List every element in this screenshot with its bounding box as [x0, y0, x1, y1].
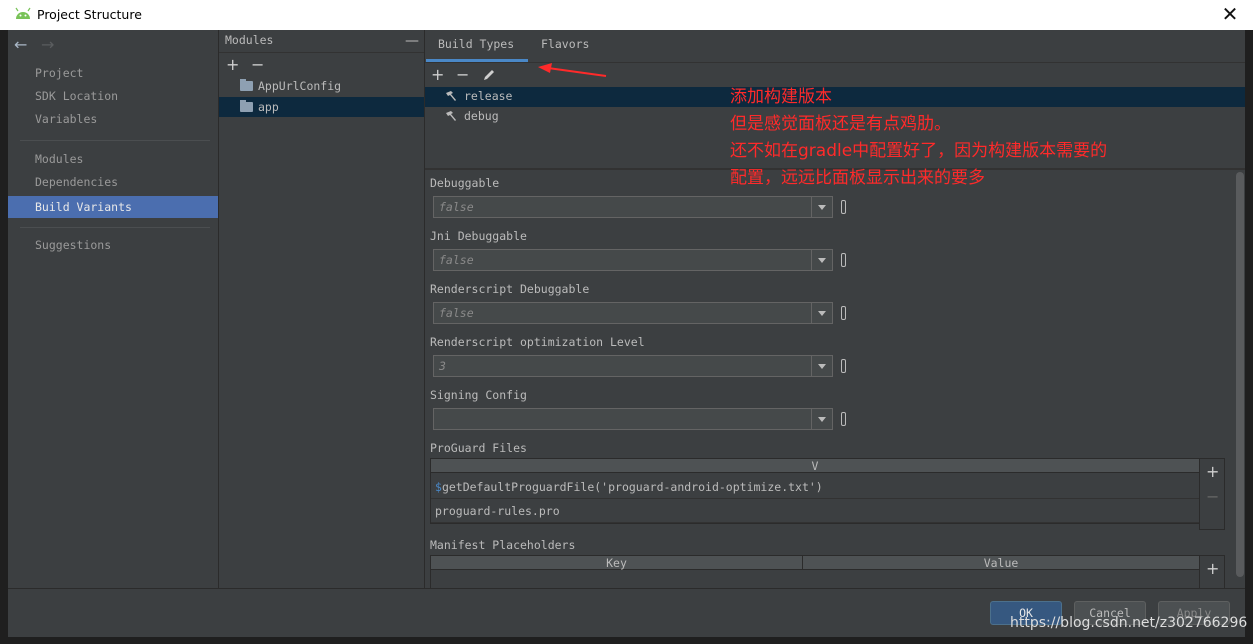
annotation-line: 但是感觉面板还是有点鸡肋。 — [730, 114, 951, 134]
edit-bracket-icon[interactable] — [841, 359, 846, 373]
edit-bracket-icon[interactable] — [841, 200, 846, 214]
build-type-debug[interactable]: debug — [425, 106, 725, 126]
annotation-arrow-icon — [538, 63, 607, 77]
dropdown-arrow-icon[interactable] — [811, 303, 832, 323]
nav-item-suggestions[interactable]: Suggestions — [8, 234, 218, 256]
dropdown-arrow-icon[interactable] — [811, 250, 832, 270]
combo-value: 3 — [439, 359, 446, 373]
proguard-table: V $getDefaultProguardFile('proguard-andr… — [430, 458, 1200, 524]
folder-icon — [240, 79, 253, 91]
dropdown-arrow-icon[interactable] — [811, 409, 832, 429]
column-header-value[interactable]: Value — [803, 556, 1199, 570]
tab-flavors[interactable]: Flavors — [541, 37, 589, 57]
table-row[interactable]: $getDefaultProguardFile('proguard-androi… — [431, 475, 1199, 499]
field-label-proguard: ProGuard Files — [430, 441, 527, 455]
edit-bracket-icon[interactable] — [841, 412, 846, 426]
combo-value: false — [439, 253, 474, 267]
remove-icon[interactable]: − — [456, 65, 469, 84]
tab-build-types[interactable]: Build Types — [438, 37, 514, 57]
nav-divider — [20, 227, 210, 228]
annotation-line: 配置，远远比面板显示出来的要多 — [730, 168, 985, 188]
edit-bracket-icon[interactable] — [841, 306, 846, 320]
field-label-signing-config: Signing Config — [430, 388, 527, 402]
android-icon — [15, 7, 31, 19]
back-arrow-icon[interactable]: ← — [14, 35, 27, 54]
annotation-line: 还不如在gradle中配置好了，因为构建版本需要的 — [730, 141, 1108, 161]
add-icon[interactable]: + — [1206, 559, 1219, 578]
add-icon[interactable]: + — [431, 65, 444, 84]
annotation-line: 添加构建版本 — [730, 87, 832, 107]
manifest-tools: + — [1199, 555, 1225, 588]
proguard-tools: + − — [1199, 458, 1225, 530]
row-text: getDefaultProguardFile('proguard-android… — [441, 480, 823, 494]
nav-item-build-variants[interactable]: Build Variants — [8, 196, 218, 218]
minimize-icon[interactable]: — — [405, 33, 419, 49]
combo-value: false — [439, 306, 474, 320]
renderscript-optimization-combo[interactable]: 3 — [433, 355, 833, 377]
renderscript-debuggable-combo[interactable]: false — [433, 302, 833, 324]
hammer-icon — [446, 91, 456, 101]
nav-item-project[interactable]: Project — [8, 62, 218, 84]
module-label: AppUrlConfig — [258, 79, 342, 93]
field-label-renderscript-optimization: Renderscript optimization Level — [430, 335, 645, 349]
nav-item-sdk-location[interactable]: SDK Location — [8, 85, 218, 107]
row-text: proguard-rules.pro — [435, 504, 560, 518]
title-bar — [0, 0, 1253, 30]
watermark: https://blog.csdn.net/z302766296 — [1010, 615, 1248, 631]
remove-icon[interactable]: − — [1206, 487, 1219, 506]
annotation-text: 添加构建版本 但是感觉面板还是有点鸡肋。 还不如在gradle中配置好了，因为构… — [730, 84, 1230, 192]
table-row[interactable]: proguard-rules.pro — [431, 499, 1199, 523]
window-title: Project Structure — [37, 7, 142, 22]
build-type-release[interactable]: release — [425, 86, 725, 106]
close-icon[interactable]: ✕ — [1220, 4, 1240, 24]
manifest-table: Key Value — [430, 555, 1200, 589]
build-type-label: release — [464, 89, 513, 103]
folder-icon — [240, 100, 253, 112]
nav-item-variables[interactable]: Variables — [8, 108, 218, 130]
dropdown-arrow-icon[interactable] — [811, 356, 832, 376]
dropdown-arrow-icon[interactable] — [811, 197, 832, 217]
modules-title: Modules — [225, 33, 274, 47]
field-label-jni-debuggable: Jni Debuggable — [430, 229, 527, 243]
add-module-icon[interactable]: + — [226, 55, 239, 74]
edit-bracket-icon[interactable] — [841, 253, 846, 267]
nav-item-dependencies[interactable]: Dependencies — [8, 171, 218, 193]
column-header-key[interactable]: Key — [431, 556, 803, 570]
module-item-app[interactable]: app — [219, 97, 424, 117]
vertical-scrollbar[interactable] — [1236, 172, 1244, 577]
forward-arrow-icon[interactable]: → — [41, 35, 54, 54]
debuggable-combo[interactable]: false — [433, 196, 833, 218]
variable-prefix: $ — [435, 480, 442, 494]
nav-divider — [20, 140, 210, 141]
edit-icon[interactable] — [482, 68, 496, 82]
nav-item-modules[interactable]: Modules — [8, 148, 218, 170]
field-label-manifest: Manifest Placeholders — [430, 538, 576, 552]
add-icon[interactable]: + — [1206, 462, 1219, 481]
module-label: app — [258, 100, 279, 114]
remove-module-icon[interactable]: − — [251, 55, 264, 74]
column-header[interactable]: V — [431, 459, 1199, 473]
field-label-debuggable: Debuggable — [430, 176, 500, 190]
signing-config-combo[interactable] — [433, 408, 833, 430]
hammer-icon — [446, 111, 456, 121]
jni-debuggable-combo[interactable]: false — [433, 249, 833, 271]
module-item-appurlconfig[interactable]: AppUrlConfig — [219, 76, 424, 96]
build-type-label: debug — [464, 109, 499, 123]
combo-value: false — [439, 200, 474, 214]
field-label-renderscript-debuggable: Renderscript Debuggable — [430, 282, 590, 296]
